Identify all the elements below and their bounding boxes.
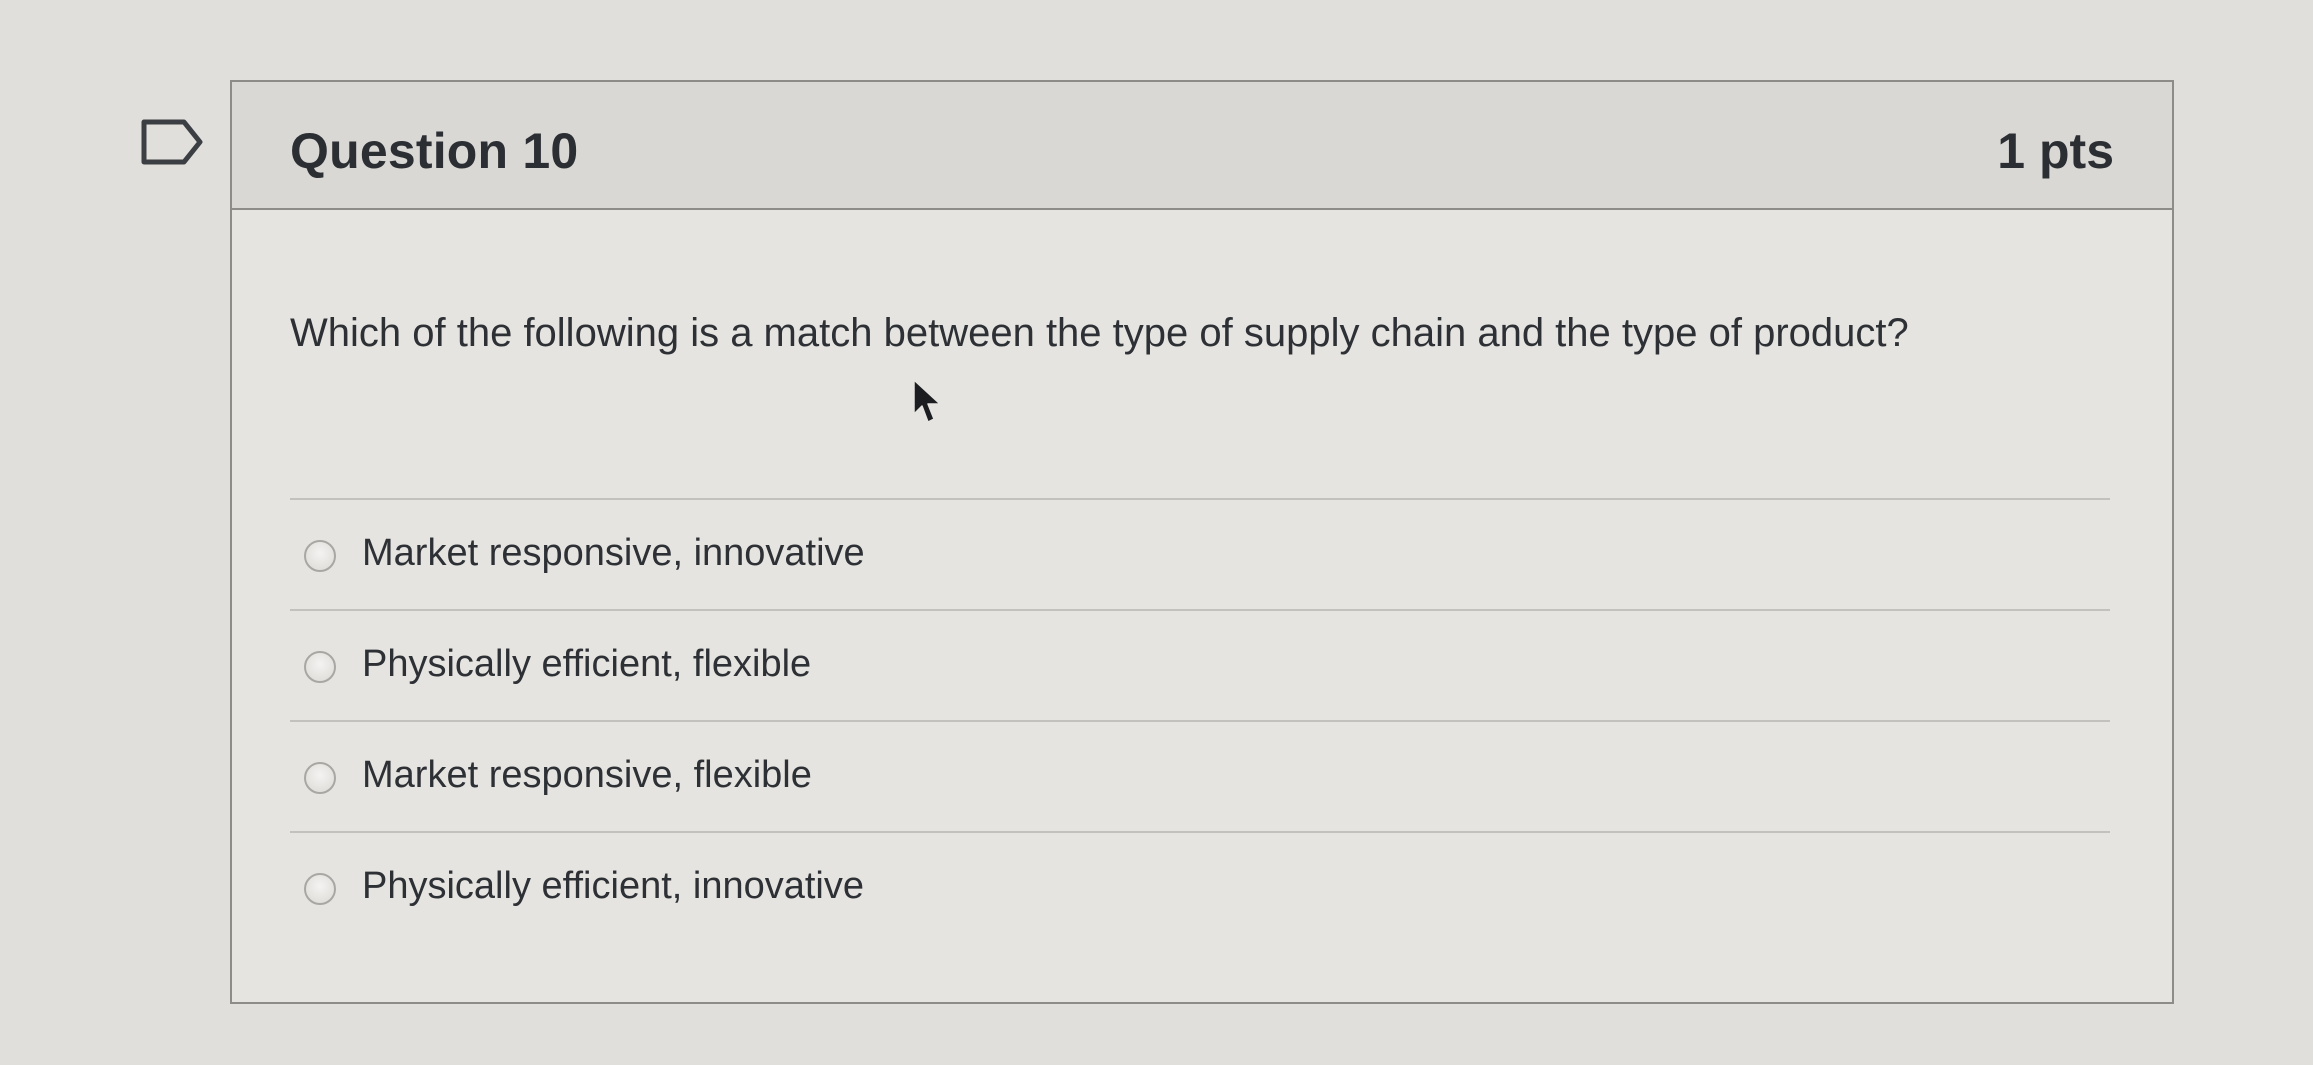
question-text: Which of the following is a match betwee… [290,311,1909,355]
answer-label[interactable]: Physically efficient, flexible [362,643,811,686]
radio-button[interactable] [304,762,336,794]
answer-list: Market responsive, innovative Physically… [290,498,2110,942]
answer-option[interactable]: Market responsive, flexible [290,720,2110,831]
flag-question-icon[interactable] [140,118,204,166]
radio-button[interactable] [304,873,336,905]
answer-label[interactable]: Market responsive, innovative [362,532,865,575]
question-points: 1 pts [1997,123,2114,179]
answer-option[interactable]: Market responsive, innovative [290,498,2110,609]
radio-button[interactable] [304,540,336,572]
answer-option[interactable]: Physically efficient, innovative [290,831,2110,942]
answer-label[interactable]: Physically efficient, innovative [362,865,864,908]
answer-label[interactable]: Market responsive, flexible [362,754,812,797]
question-title: Question 10 [290,123,579,179]
radio-button[interactable] [304,651,336,683]
mouse-pointer-icon [913,379,941,423]
question-header: Question 10 1 pts [232,82,2172,210]
answer-option[interactable]: Physically efficient, flexible [290,609,2110,720]
question-card: Question 10 1 pts Which of the following… [230,80,2174,1004]
